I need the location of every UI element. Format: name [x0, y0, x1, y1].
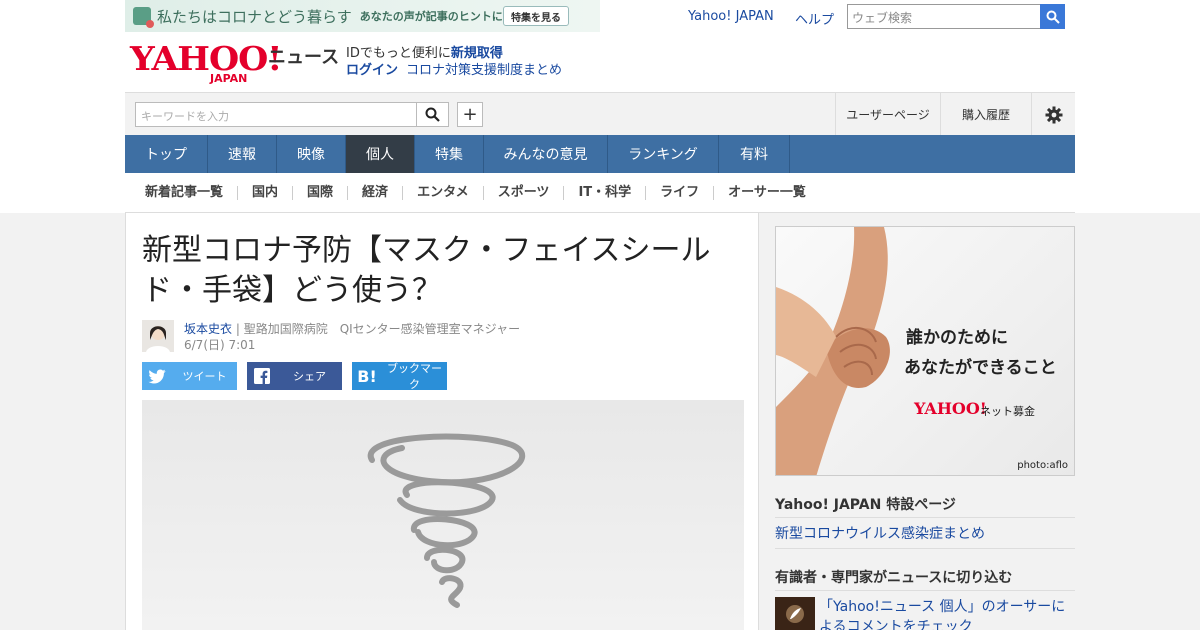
- divider: [775, 590, 1075, 591]
- facebook-share-label: シェア: [293, 370, 326, 383]
- nav-tab-paid[interactable]: 有料: [719, 135, 790, 173]
- feature-icon: [133, 7, 154, 28]
- category-nav: 新着記事一覧 国内 国際 経済 エンタメ スポーツ IT・科学 ライフ オーサー…: [125, 173, 1075, 216]
- banner-subtitle: あなたの声が記事のヒントに: [359, 10, 503, 23]
- corona-summary-link[interactable]: 新型コロナウイルス感染症まとめ: [775, 523, 985, 543]
- subnav-domestic[interactable]: 国内: [237, 185, 292, 200]
- main-nav: トップ 速報 映像 個人 特集 みんなの意見 ランキング 有料: [125, 135, 1075, 173]
- keyword-input[interactable]: キーワードを入力: [135, 102, 417, 127]
- help-link[interactable]: ヘルプ: [795, 9, 834, 28]
- article: 新型コロナ予防【マスク・フェイスシール ド・手袋】どう使う？ 坂本史衣 | 聖路…: [125, 213, 759, 630]
- nav-tab-opinion[interactable]: みんなの意見: [484, 135, 608, 173]
- ad-line-2: あなたができること: [904, 358, 1057, 378]
- ad-net-donation: ネット募金: [980, 405, 1035, 418]
- divider: [775, 517, 1075, 518]
- purchase-history-link[interactable]: 購入履歴: [940, 93, 1031, 136]
- experts-heading: 有識者・専門家がニュースに切り込む: [775, 570, 1013, 586]
- facebook-share-button[interactable]: シェア: [247, 362, 342, 390]
- add-button[interactable]: +: [457, 102, 483, 127]
- nav-tab-ranking[interactable]: ランキング: [608, 135, 719, 173]
- author-affiliation: | 聖路加国際病院 QIセンター感染管理室マネジャー: [232, 322, 521, 336]
- publish-date: 6/7(日) 7:01: [184, 338, 256, 352]
- divider: [775, 548, 1075, 549]
- tweet-label: ツイート: [182, 370, 227, 383]
- web-search-button[interactable]: [1040, 4, 1065, 29]
- login-link[interactable]: ログイン: [346, 63, 398, 78]
- feature-view-button[interactable]: 特集を見る: [503, 6, 569, 26]
- subnav-international[interactable]: 国際: [292, 185, 347, 200]
- login-row: ログイン コロナ対策支援制度まとめ: [346, 59, 562, 78]
- quill-icon: [786, 604, 804, 623]
- yahoo-japan-link[interactable]: Yahoo! JAPAN: [688, 9, 774, 24]
- page: 私たちはコロナとどう暮らす あなたの声が記事のヒントに 特集を見る Yahoo!…: [0, 0, 1200, 630]
- author-line: 坂本史衣 | 聖路加国際病院 QIセンター感染管理室マネジャー: [184, 320, 520, 337]
- article-headline: 新型コロナ予防【マスク・フェイスシール ド・手袋】どう使う？: [142, 231, 742, 311]
- nav-tab-feature[interactable]: 特集: [415, 135, 484, 173]
- corona-support-link[interactable]: コロナ対策支援制度まとめ: [406, 63, 562, 78]
- tweet-button[interactable]: ツイート: [142, 362, 237, 390]
- logo-yahoo: YAHOO!: [130, 39, 282, 78]
- author-avatar[interactable]: [142, 320, 174, 352]
- subnav-authors[interactable]: オーサー一覧: [713, 185, 820, 200]
- twitter-icon: [142, 369, 172, 384]
- logo-japan: JAPAN: [210, 72, 248, 85]
- search-icon: [425, 107, 440, 122]
- person-icon: [146, 326, 170, 352]
- logo-news[interactable]: ニュース: [268, 43, 339, 69]
- helping-hands-icon: [776, 227, 890, 475]
- nav-tab-individual[interactable]: 個人: [346, 135, 415, 173]
- yahoo-news-logo[interactable]: YAHOO! JAPAN: [130, 42, 282, 85]
- top-bar: 私たちはコロナとどう暮らす あなたの声が記事のヒントに 特集を見る Yahoo!…: [125, 0, 1075, 32]
- gear-icon: [1045, 106, 1062, 123]
- author-comment-thumbnail[interactable]: [775, 597, 815, 630]
- plus-icon: +: [462, 104, 478, 125]
- headline-line-2: ド・手袋】どう使う？: [142, 273, 442, 308]
- facebook-icon: [247, 368, 277, 384]
- ad-line-1: 誰かのために: [906, 328, 1008, 348]
- author-name-link[interactable]: 坂本史衣: [184, 322, 232, 336]
- subnav-latest[interactable]: 新着記事一覧: [125, 185, 237, 200]
- logo-row: YAHOO! JAPAN ニュース IDでもっと便利に新規取得 ログイン コロナ対…: [125, 32, 1075, 92]
- nav-tab-video[interactable]: 映像: [277, 135, 346, 173]
- banner-title: 私たちはコロナとどう暮らす: [157, 7, 352, 26]
- donation-ad[interactable]: 誰かのために あなたができること YAHOO! ネット募金 photo:aflo: [775, 226, 1075, 476]
- subnav-economy[interactable]: 経済: [347, 185, 402, 200]
- ad-photo-credit: photo:aflo: [1017, 460, 1068, 471]
- subnav-sports[interactable]: スポーツ: [482, 185, 564, 200]
- hatena-bookmark-label: ブックマーク: [387, 362, 442, 391]
- special-pages-heading: Yahoo! JAPAN 特設ページ: [775, 497, 956, 513]
- subnav-entertainment[interactable]: エンタメ: [402, 185, 483, 200]
- headline-line-1: 新型コロナ予防【マスク・フェイスシール: [142, 233, 711, 268]
- hatena-bookmark-icon: B!: [357, 366, 377, 386]
- subnav-life[interactable]: ライフ: [645, 185, 713, 216]
- search-toolbar: キーワードを入力 + ユーザーページ 購入履歴: [125, 92, 1075, 136]
- ad-yahoo-logo: YAHOO!: [914, 399, 987, 418]
- subnav-it-science[interactable]: IT・科学: [563, 185, 645, 200]
- nav-tab-breaking[interactable]: 速報: [208, 135, 277, 173]
- web-search-input[interactable]: ウェブ検索: [847, 4, 1041, 29]
- keyword-search-button[interactable]: [417, 102, 449, 127]
- corona-feature-banner[interactable]: 私たちはコロナとどう暮らす あなたの声が記事のヒントに 特集を見る: [125, 0, 600, 32]
- user-page-link[interactable]: ユーザーページ: [835, 93, 940, 136]
- search-icon: [1046, 10, 1060, 24]
- settings-button[interactable]: [1031, 93, 1075, 136]
- author-comment-link[interactable]: 「Yahoo!ニュース 個人」のオーサーによるコメントをチェック: [819, 597, 1075, 630]
- tornado-icon: [367, 433, 526, 608]
- article-hero-image: [142, 400, 744, 630]
- hatena-bookmark-button[interactable]: B! ブックマーク: [352, 362, 447, 391]
- nav-tab-top[interactable]: トップ: [125, 135, 208, 173]
